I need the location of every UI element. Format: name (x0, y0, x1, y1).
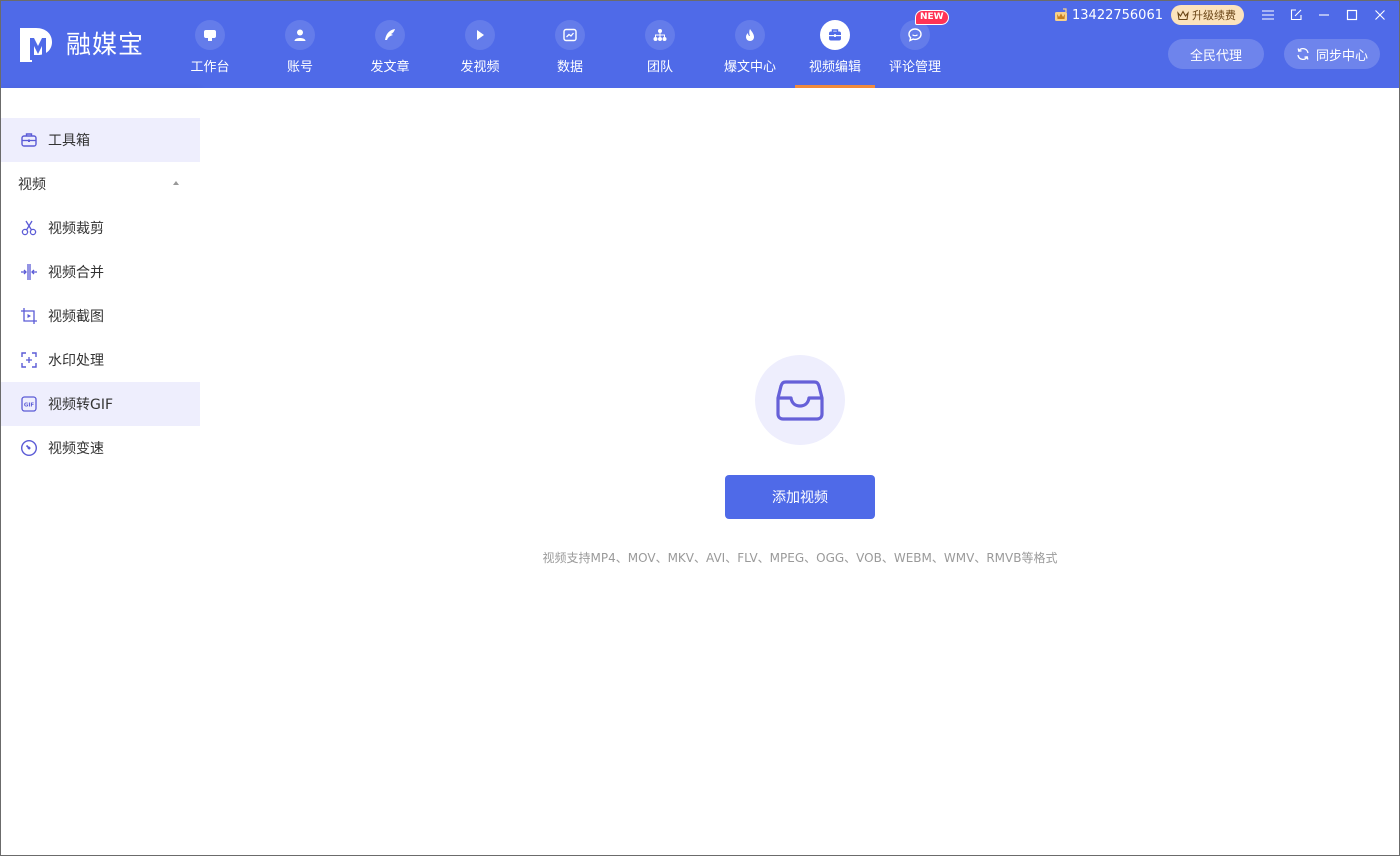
toolbox-icon (820, 20, 850, 50)
monitor-icon (195, 20, 225, 50)
supported-formats-hint: 视频支持MP4、MOV、MKV、AVI、FLV、MPEG、OGG、VOB、WEB… (542, 551, 1058, 565)
sidebar-item-video-merge[interactable]: 视频合并 (0, 250, 200, 294)
minimize-button[interactable] (1310, 4, 1338, 26)
close-button[interactable] (1366, 4, 1394, 26)
phone-number: 13422756061 (1072, 7, 1163, 23)
nav-label: 爆文中心 (723, 60, 776, 75)
sidebar-item-label: 视频裁剪 (48, 221, 104, 237)
main-content: 添加视频 视频支持MP4、MOV、MKV、AVI、FLV、MPEG、OGG、VO… (200, 88, 1400, 856)
screenshot-icon (21, 308, 37, 324)
flame-icon (735, 20, 765, 50)
svg-text:GIF: GIF (24, 403, 35, 409)
play-icon (465, 20, 495, 50)
maximize-icon (1346, 9, 1358, 21)
nav-label: 团队 (646, 60, 673, 75)
upgrade-label: 升级续费 (1192, 9, 1236, 22)
nav-video-edit[interactable]: 视频编辑 (795, 0, 875, 88)
app-logo: 融媒宝 (18, 24, 144, 62)
sidebar-group-video[interactable]: 视频 (0, 162, 200, 206)
user-icon (285, 20, 315, 50)
agent-button[interactable]: 全民代理 (1168, 39, 1264, 69)
nav-hot-articles[interactable]: 爆文中心 (705, 0, 795, 88)
feedback-button[interactable] (1282, 4, 1310, 26)
add-video-button[interactable]: 添加视频 (725, 475, 875, 519)
nav-data[interactable]: 数据 (525, 0, 615, 88)
nav-label: 发文章 (370, 60, 410, 75)
top-header: 融媒宝 工作台 账号 发文章 发视频 数据 团队 爆文中心 视频编辑 NEW 评… (0, 0, 1400, 88)
sync-center-button[interactable]: 同步中心 (1284, 39, 1380, 69)
new-badge: NEW (915, 10, 949, 25)
caret-up-icon (173, 181, 179, 185)
speed-icon (20, 439, 38, 457)
edit-icon (1290, 9, 1302, 21)
gif-icon: GIF (21, 396, 37, 412)
toolbox-icon (21, 133, 37, 147)
sidebar-item-watermark[interactable]: 水印处理 (0, 338, 200, 382)
sidebar-item-video-screenshot[interactable]: 视频截图 (0, 294, 200, 338)
sync-icon (1297, 48, 1309, 60)
menu-button[interactable] (1254, 4, 1282, 26)
minimize-icon (1319, 14, 1329, 16)
user-account[interactable]: 13422756061 (1054, 8, 1163, 23)
sidebar-item-video-speed[interactable]: 视频变速 (0, 426, 200, 470)
watermark-icon (21, 352, 37, 368)
scissors-icon (21, 220, 37, 236)
nav-publish-video[interactable]: 发视频 (435, 0, 525, 88)
nav-account[interactable]: 账号 (255, 0, 345, 88)
nav-label: 发视频 (460, 60, 500, 75)
sync-label: 同步中心 (1315, 48, 1368, 64)
window-controls-bar: 13422756061 升级续费 (1054, 4, 1394, 26)
chart-icon (555, 20, 585, 50)
sidebar: 工具箱 视频 视频裁剪 视频合并 视频截图 水印处理 GIF 视频转GIF 视频… (0, 88, 200, 856)
hamburger-menu-icon (1262, 10, 1274, 20)
upgrade-button[interactable]: 升级续费 (1171, 5, 1244, 25)
nav-label: 工作台 (190, 60, 230, 75)
nav-label: 视频编辑 (808, 60, 861, 75)
nav-workbench[interactable]: 工作台 (165, 0, 255, 88)
nav-team[interactable]: 团队 (615, 0, 705, 88)
sidebar-item-label: 工具箱 (48, 133, 90, 149)
sidebar-item-label: 水印处理 (48, 353, 104, 369)
vip-crown-icon (1055, 8, 1068, 21)
nav-comment-management[interactable]: NEW 评论管理 (875, 0, 955, 88)
nav-label: 数据 (556, 60, 583, 75)
sidebar-item-video-crop[interactable]: 视频裁剪 (0, 206, 200, 250)
team-icon (645, 20, 675, 50)
sidebar-group-label: 视频 (18, 177, 46, 193)
sidebar-item-label: 视频合并 (48, 265, 104, 281)
agent-label: 全民代理 (1189, 48, 1242, 64)
maximize-button[interactable] (1338, 4, 1366, 26)
nav-publish-article[interactable]: 发文章 (345, 0, 435, 88)
merge-icon (21, 264, 37, 280)
sidebar-item-video-to-gif[interactable]: GIF 视频转GIF (0, 382, 200, 426)
sidebar-item-label: 视频变速 (48, 441, 104, 457)
nav-label: 评论管理 (888, 60, 941, 75)
empty-state-illustration (755, 355, 845, 445)
nav-label: 账号 (286, 60, 313, 75)
sidebar-item-toolbox[interactable]: 工具箱 (0, 118, 200, 162)
logo-mark-icon (20, 28, 52, 62)
app-name: 融媒宝 (66, 30, 145, 59)
main-nav: 工作台 账号 发文章 发视频 数据 团队 爆文中心 视频编辑 NEW 评论管理 (165, 0, 955, 88)
crown-icon (1177, 9, 1189, 20)
inbox-icon (776, 380, 824, 421)
sidebar-item-label: 视频转GIF (48, 397, 114, 413)
sidebar-item-label: 视频截图 (48, 309, 104, 325)
feather-icon (375, 20, 405, 50)
close-icon (1375, 10, 1385, 20)
